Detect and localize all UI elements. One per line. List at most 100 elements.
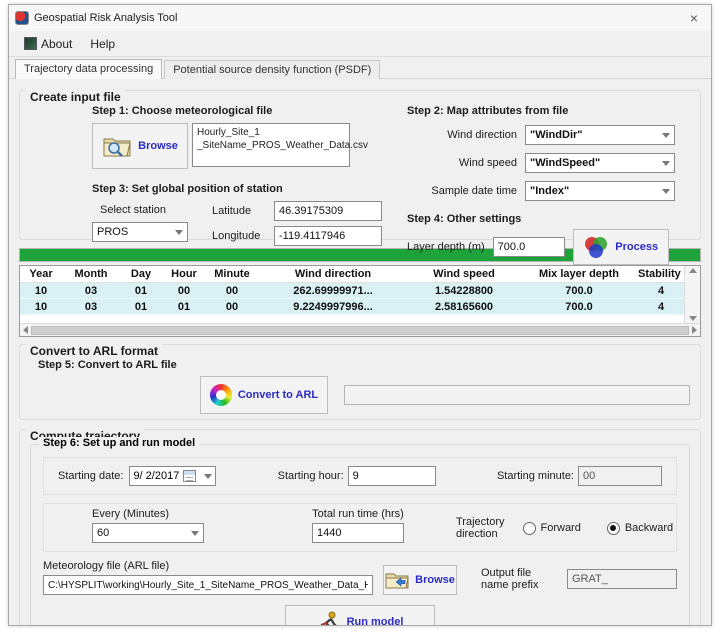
every-minutes-value: 60 bbox=[97, 527, 109, 539]
starting-hour-field[interactable] bbox=[348, 466, 436, 486]
compute-trajectory-group: Compute trajectory Step 6: Set up and ru… bbox=[19, 429, 701, 626]
starting-date-value: 9/ 2/2017 bbox=[133, 470, 179, 482]
step1-title: Step 1: Choose meteorological file bbox=[92, 105, 393, 117]
table-header-row: Year Month Day Hour Minute Wind directio… bbox=[20, 266, 684, 283]
convert-to-arl-button[interactable]: Convert to ARL bbox=[200, 376, 328, 414]
cell: 4 bbox=[638, 285, 684, 297]
cell: 00 bbox=[162, 285, 206, 297]
create-right-column: Step 2: Map attributes from file Wind di… bbox=[393, 105, 690, 233]
output-prefix-field[interactable] bbox=[567, 569, 677, 589]
file-name-line2: _SiteName_PROS_Weather_Data.csv bbox=[197, 139, 345, 152]
sample-date-time-label: Sample date time bbox=[407, 185, 517, 197]
total-run-time-field[interactable] bbox=[312, 523, 404, 543]
station-select-value: PROS bbox=[97, 226, 128, 238]
table-horizontal-scrollbar[interactable] bbox=[20, 323, 700, 336]
menu-about-label: About bbox=[41, 37, 72, 51]
step6-panel: Step 6: Set up and run model Starting da… bbox=[30, 444, 690, 626]
rgb-circles-icon bbox=[583, 235, 609, 259]
col-minute: Minute bbox=[206, 268, 258, 280]
run-settings-panel: Every (Minutes) 60 Total run time (hrs) … bbox=[43, 503, 677, 552]
col-wind-direction: Wind direction bbox=[258, 268, 408, 280]
create-left-column: Step 1: Choose meteorological file Brows… bbox=[30, 105, 393, 233]
convert-to-arl-group: Convert to ARL format Step 5: Convert to… bbox=[19, 344, 701, 420]
sample-date-time-select[interactable]: "Index" bbox=[525, 181, 675, 201]
close-button[interactable]: × bbox=[677, 5, 711, 31]
starting-minute-label: Starting minute: bbox=[497, 470, 574, 482]
longitude-field[interactable] bbox=[274, 226, 382, 246]
process-button[interactable]: Process bbox=[573, 229, 669, 265]
select-station-label: Select station bbox=[100, 204, 212, 216]
scroll-up-icon[interactable] bbox=[689, 268, 697, 273]
step1-browse-button[interactable]: Browse bbox=[92, 123, 188, 169]
table-row[interactable]: 10 03 01 00 00 262.69999971... 1.5422880… bbox=[20, 283, 684, 299]
scroll-down-icon[interactable] bbox=[689, 316, 697, 321]
table-row[interactable]: 10 03 01 01 00 9.2249997996... 2.5816560… bbox=[20, 299, 684, 315]
step1-file-display[interactable]: Hourly_Site_1 _SiteName_PROS_Weather_Dat… bbox=[192, 123, 350, 167]
folder-arrow-icon bbox=[385, 570, 409, 590]
file-name-line1: Hourly_Site_1 bbox=[197, 126, 345, 139]
starting-date-label: Starting date: bbox=[58, 470, 123, 482]
col-hour: Hour bbox=[162, 268, 206, 280]
met-browse-button[interactable]: Browse bbox=[383, 565, 457, 595]
cell: 01 bbox=[120, 301, 162, 313]
radio-icon bbox=[523, 522, 536, 535]
chevron-down-icon bbox=[662, 189, 670, 194]
col-wind-speed: Wind speed bbox=[408, 268, 520, 280]
cell: 00 bbox=[206, 301, 258, 313]
longitude-label: Longitude bbox=[212, 230, 268, 242]
starting-minute-field[interactable] bbox=[578, 466, 662, 486]
met-browse-label: Browse bbox=[415, 574, 455, 586]
cell: 01 bbox=[120, 285, 162, 297]
every-minutes-select[interactable]: 60 bbox=[92, 523, 204, 543]
cell: 03 bbox=[62, 301, 120, 313]
met-file-field[interactable] bbox=[43, 575, 373, 595]
backward-label: Backward bbox=[625, 522, 673, 534]
layer-depth-field[interactable] bbox=[493, 237, 565, 257]
trajectory-direction-label: Trajectory direction bbox=[456, 516, 505, 540]
create-input-file-title: Create input file bbox=[26, 90, 125, 104]
cell: 9.2249997996... bbox=[258, 301, 408, 313]
tab-psdf[interactable]: Potential source density function (PSDF) bbox=[164, 60, 380, 79]
tab-strip: Trajectory data processing Potential sou… bbox=[9, 57, 711, 79]
chevron-down-icon bbox=[662, 161, 670, 166]
about-icon bbox=[24, 37, 37, 50]
col-month: Month bbox=[62, 268, 120, 280]
menu-help-label: Help bbox=[90, 37, 115, 51]
scroll-right-icon[interactable] bbox=[692, 326, 697, 334]
step3-title: Step 3: Set global position of station bbox=[92, 183, 393, 195]
step4-title: Step 4: Other settings bbox=[407, 213, 690, 225]
running-person-icon bbox=[317, 611, 341, 626]
backward-radio[interactable]: Backward bbox=[607, 522, 673, 535]
step5-title: Step 5: Convert to ARL file bbox=[38, 359, 690, 371]
cell: 700.0 bbox=[520, 285, 638, 297]
window-title: Geospatial Risk Analysis Tool bbox=[34, 12, 177, 24]
tab-trajectory-data-processing[interactable]: Trajectory data processing bbox=[15, 59, 162, 79]
latitude-field[interactable] bbox=[274, 201, 382, 221]
tab-content: Create input file Step 1: Choose meteoro… bbox=[9, 79, 711, 626]
table-vertical-scrollbar[interactable] bbox=[684, 266, 700, 323]
convert-progress-bar bbox=[344, 385, 690, 405]
run-model-button[interactable]: Run model bbox=[285, 605, 435, 626]
forward-radio[interactable]: Forward bbox=[523, 522, 581, 535]
chevron-down-icon[interactable] bbox=[204, 474, 212, 479]
color-ring-icon bbox=[210, 384, 232, 406]
wind-speed-label: Wind speed bbox=[407, 157, 517, 169]
menu-help[interactable]: Help bbox=[81, 34, 124, 54]
wind-direction-select[interactable]: "WindDir" bbox=[525, 125, 675, 145]
cell: 01 bbox=[162, 301, 206, 313]
app-icon bbox=[15, 11, 29, 25]
wind-speed-select[interactable]: "WindSpeed" bbox=[525, 153, 675, 173]
met-file-label: Meteorology file (ARL file) bbox=[43, 560, 373, 572]
cell: 00 bbox=[206, 285, 258, 297]
col-year: Year bbox=[20, 268, 62, 280]
station-select[interactable]: PROS bbox=[92, 222, 188, 242]
cell: 1.54228800 bbox=[408, 285, 520, 297]
calendar-icon bbox=[183, 470, 196, 482]
total-run-time-label: Total run time (hrs) bbox=[312, 508, 404, 520]
scroll-left-icon[interactable] bbox=[23, 326, 28, 334]
step2-title: Step 2: Map attributes from file bbox=[407, 105, 690, 117]
starting-date-picker[interactable]: 9/ 2/2017 bbox=[129, 466, 216, 486]
menu-about[interactable]: About bbox=[15, 34, 81, 54]
cell: 700.0 bbox=[520, 301, 638, 313]
scrollbar-thumb[interactable] bbox=[31, 326, 689, 335]
